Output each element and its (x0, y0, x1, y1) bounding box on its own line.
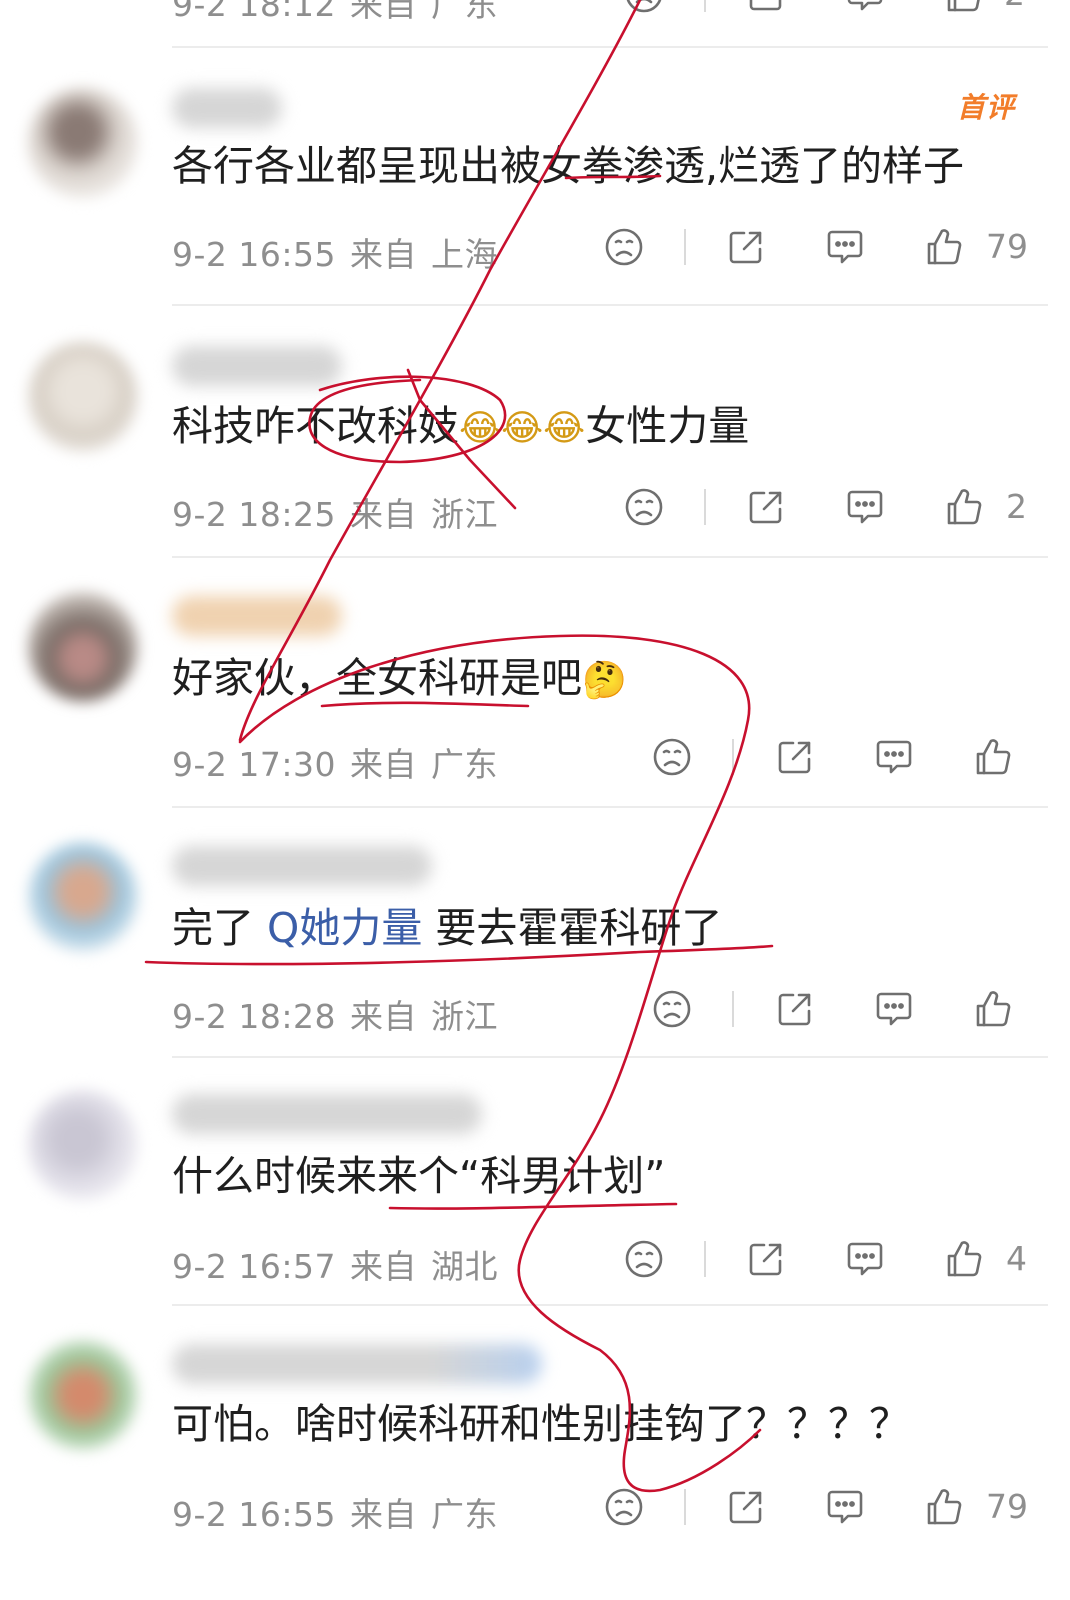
avatar[interactable] (28, 342, 138, 452)
action-bar: 4 (0, 1237, 1070, 1287)
username[interactable] (172, 1094, 482, 1134)
like-count: 2 (1006, 487, 1027, 526)
comment-text: 什么时候来来个“科男计划” (172, 1152, 666, 1200)
comment-text-part: 女性力量 (585, 402, 750, 450)
comment-text-part: 要去霍霍科研了 (422, 904, 723, 952)
like-icon[interactable] (971, 987, 1015, 1031)
comment-text-part: 好家伙，全女科研是吧 (172, 654, 582, 702)
separator (732, 739, 734, 775)
action-bar: 2 (0, 0, 1070, 22)
share-icon[interactable] (724, 1485, 768, 1529)
comment-icon[interactable] (843, 485, 887, 529)
comment-feed: 9-2 18:12来自广东 2 首评 各行各业都呈现出被女拳渗透,烂透了的样子 … (0, 0, 1070, 1600)
comment-icon[interactable] (872, 735, 916, 779)
dislike-icon[interactable] (622, 0, 666, 16)
comment-text: 各行各业都呈现出被女拳渗透,烂透了的样子 (172, 142, 965, 190)
like-icon[interactable] (922, 1485, 966, 1529)
dislike-icon[interactable] (650, 735, 694, 779)
avatar[interactable] (28, 1340, 138, 1450)
action-bar: 2 (0, 485, 1070, 535)
separator (704, 489, 706, 525)
share-icon[interactable] (744, 0, 788, 16)
separator (732, 991, 734, 1027)
action-bar (0, 987, 1070, 1037)
like-icon[interactable] (942, 1237, 986, 1281)
dislike-icon[interactable] (650, 987, 694, 1031)
divider (172, 1056, 1048, 1058)
comment-icon[interactable] (823, 225, 867, 269)
dislike-icon[interactable] (602, 1485, 646, 1529)
divider (172, 304, 1048, 306)
username[interactable] (172, 88, 282, 128)
share-icon[interactable] (744, 485, 788, 529)
share-icon[interactable] (724, 225, 768, 269)
share-icon[interactable] (744, 1237, 788, 1281)
share-icon[interactable] (773, 987, 817, 1031)
comment-text: 可怕。啥时候科研和性别挂钩了？？？？ (172, 1400, 910, 1448)
topic-link[interactable]: Q她力量 (267, 904, 422, 952)
avatar[interactable] (28, 88, 138, 198)
divider (172, 806, 1048, 808)
action-bar: 79 (0, 1485, 1070, 1535)
comment-icon[interactable] (823, 1485, 867, 1529)
username[interactable] (172, 846, 432, 886)
action-bar (0, 735, 1070, 785)
divider (172, 1304, 1048, 1306)
comment-icon[interactable] (843, 1237, 887, 1281)
dislike-icon[interactable] (622, 485, 666, 529)
comment-text-part: 完了 (172, 904, 268, 952)
like-icon[interactable] (922, 225, 966, 269)
dislike-icon[interactable] (602, 225, 646, 269)
like-icon[interactable] (942, 485, 986, 529)
like-count: 4 (1006, 1239, 1027, 1278)
laughing-emoji: 😂😂😂 (459, 408, 586, 449)
comment-icon[interactable] (843, 0, 887, 16)
comment-text: 完了 Q她力量 要去霍霍科研了 (172, 902, 722, 954)
like-icon[interactable] (971, 735, 1015, 779)
comment-text: 科技咋不改科妓😂😂😂女性力量 (172, 400, 749, 455)
avatar[interactable] (28, 842, 138, 952)
like-icon[interactable] (942, 0, 986, 16)
divider (172, 46, 1048, 48)
separator (684, 1489, 686, 1525)
separator (704, 0, 706, 12)
comment-text: 好家伙，全女科研是吧🤔 (172, 652, 627, 707)
username[interactable] (172, 1344, 542, 1384)
like-count: 79 (986, 227, 1028, 266)
avatar[interactable] (28, 592, 138, 702)
like-count: 79 (986, 1487, 1028, 1526)
avatar[interactable] (28, 1090, 138, 1200)
dislike-icon[interactable] (622, 1237, 666, 1281)
action-bar: 79 (0, 225, 1070, 275)
share-icon[interactable] (773, 735, 817, 779)
separator (684, 229, 686, 265)
separator (704, 1241, 706, 1277)
like-count: 2 (1004, 0, 1025, 13)
comment-icon[interactable] (872, 987, 916, 1031)
comment-text-part: 科技咋不改科妓 (172, 402, 459, 450)
divider (172, 556, 1048, 558)
username[interactable] (172, 596, 342, 636)
first-comment-badge: 首评 (956, 91, 1015, 124)
username[interactable] (172, 346, 342, 386)
thinking-emoji: 🤔 (582, 660, 627, 701)
